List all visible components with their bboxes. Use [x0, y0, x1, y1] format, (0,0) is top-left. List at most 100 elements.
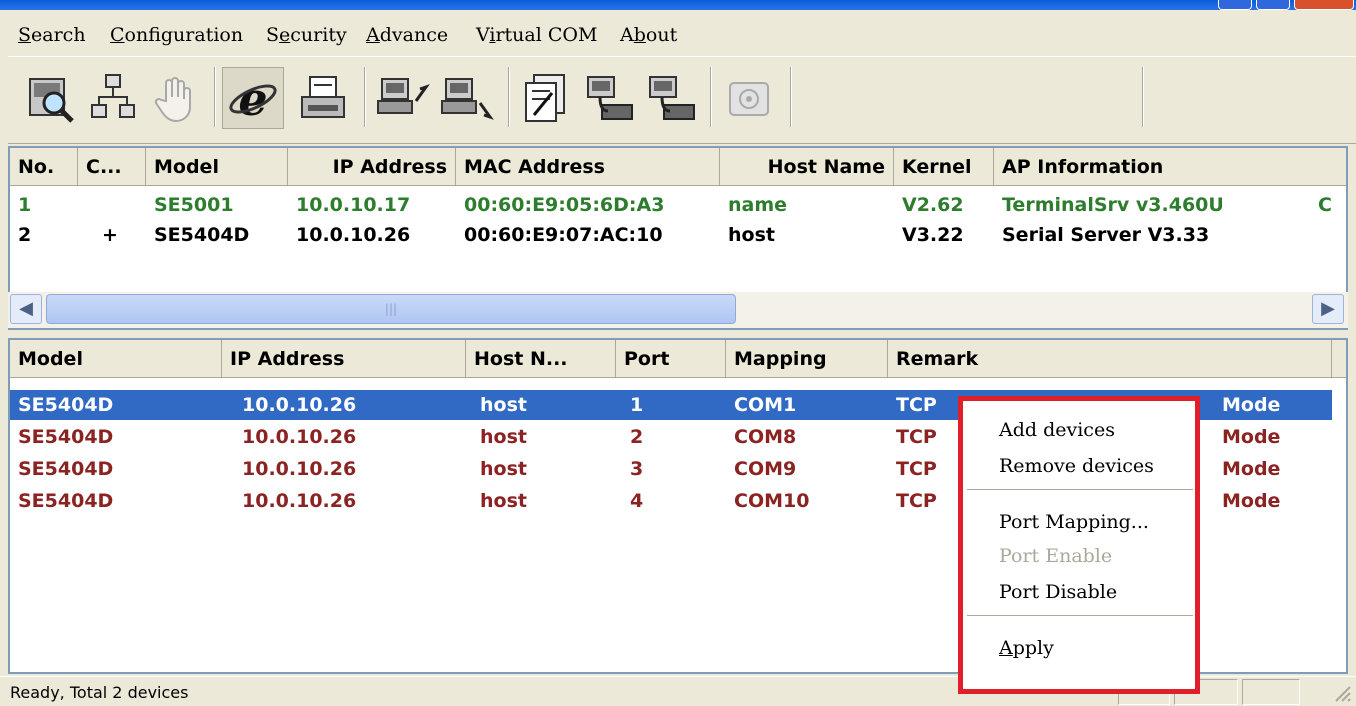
- cell-remark-start: TCP: [896, 426, 937, 448]
- telephone-icon[interactable]: [718, 67, 780, 129]
- cell-model: SE5404D: [18, 394, 114, 416]
- horizontal-scrollbar[interactable]: ◀ ||| ▶: [8, 292, 1348, 328]
- cell-mapping: COM8: [734, 426, 797, 448]
- col-host-name[interactable]: Host Name: [720, 148, 894, 186]
- device-row[interactable]: 2 + SE5404D 10.0.10.26 00:60:E9:07:AC:10…: [10, 220, 1346, 250]
- cell-host: host: [480, 426, 527, 448]
- toolbar-separator: [710, 67, 712, 127]
- cell-model: SE5404D: [18, 426, 114, 448]
- title-bar: [0, 0, 1356, 10]
- cell-host: host: [728, 224, 775, 246]
- toolbar-separator: [214, 67, 216, 127]
- status-pane: [1242, 679, 1300, 705]
- device-row[interactable]: 1 SE5001 10.0.10.17 00:60:E9:05:6D:A3 na…: [10, 190, 1346, 220]
- minimize-button[interactable]: [1218, 0, 1252, 10]
- col-model[interactable]: Model: [10, 340, 222, 378]
- menu-virtual-com[interactable]: Virtual COM: [476, 24, 597, 46]
- serial-port-icon[interactable]: [578, 67, 640, 129]
- close-button[interactable]: [1294, 0, 1354, 10]
- menu-bar: Search Configuration Security Advance Vi…: [0, 10, 1356, 56]
- device-list-header: No. C... Model IP Address MAC Address Ho…: [10, 148, 1346, 186]
- col-port[interactable]: Port: [616, 340, 726, 378]
- internet-explorer-icon[interactable]: e: [222, 67, 284, 129]
- cell-ap-info: TerminalSrv v3.460U: [1002, 194, 1224, 216]
- menu-separator: [967, 615, 1193, 617]
- cell-remark-end: Mode: [1222, 458, 1281, 480]
- serial-port-2-icon[interactable]: [640, 67, 702, 129]
- menu-item-add-devices[interactable]: Add devices: [999, 419, 1115, 441]
- col-remark[interactable]: Remark: [888, 340, 1332, 378]
- toolbar-separator: [790, 67, 792, 127]
- col-c[interactable]: C...: [78, 148, 146, 186]
- cell-model: SE5404D: [18, 490, 114, 512]
- toolbar-separator: [364, 67, 366, 127]
- cell-extra: C: [1318, 194, 1332, 216]
- status-text: Ready, Total 2 devices: [10, 683, 189, 702]
- cell-no: 1: [18, 194, 32, 216]
- cell-remark-end: Mode: [1222, 426, 1281, 448]
- cell-port: 4: [630, 490, 644, 512]
- locate-hand-icon[interactable]: [144, 67, 206, 129]
- menu-item-port-enable: Port Enable: [999, 545, 1113, 567]
- menu-item-apply[interactable]: Apply: [999, 637, 1054, 659]
- search-device-icon[interactable]: [20, 67, 82, 129]
- col-mapping[interactable]: Mapping: [726, 340, 888, 378]
- menu-security[interactable]: Security: [266, 24, 347, 46]
- toolbar-separator: [508, 67, 510, 127]
- cell-mac: 00:60:E9:05:6D:A3: [464, 194, 665, 216]
- add-server-icon[interactable]: [372, 67, 434, 129]
- col-host-name[interactable]: Host N...: [466, 340, 616, 378]
- col-model[interactable]: Model: [146, 148, 288, 186]
- scroll-left-icon[interactable]: ◀: [10, 294, 42, 324]
- col-mac-address[interactable]: MAC Address: [456, 148, 720, 186]
- col-ip-address[interactable]: IP Address: [222, 340, 466, 378]
- remove-server-icon[interactable]: [436, 67, 498, 129]
- cell-mapping: COM9: [734, 458, 797, 480]
- cell-mac: 00:60:E9:07:AC:10: [464, 224, 663, 246]
- cell-ap-info: Serial Server V3.33: [1002, 224, 1210, 246]
- cell-model: SE5404D: [18, 458, 114, 480]
- cell-no: 2: [18, 224, 32, 246]
- port-list-header: Model IP Address Host N... Port Mapping …: [10, 340, 1346, 378]
- menu-about[interactable]: About: [620, 24, 677, 46]
- cell-remark-end: Mode: [1222, 394, 1281, 416]
- col-no[interactable]: No.: [10, 148, 78, 186]
- cell-remark-start: TCP: [896, 490, 937, 512]
- cell-ip: 10.0.10.26: [242, 490, 357, 512]
- cell-kernel: V3.22: [902, 224, 964, 246]
- cell-port: 2: [630, 426, 644, 448]
- cell-ip: 10.0.10.17: [296, 194, 411, 216]
- col-ap-information[interactable]: AP Information: [994, 148, 1346, 186]
- menu-advance[interactable]: Advance: [366, 24, 448, 46]
- menu-item-remove-devices[interactable]: Remove devices: [999, 455, 1154, 477]
- menu-search[interactable]: Search: [18, 24, 86, 46]
- col-kernel[interactable]: Kernel: [894, 148, 994, 186]
- context-menu: Add devices Remove devices Port Mapping.…: [958, 396, 1200, 694]
- settings-form-icon[interactable]: [516, 67, 578, 129]
- cell-host: host: [480, 458, 527, 480]
- maximize-button[interactable]: [1256, 0, 1290, 10]
- cell-remark-start: TCP: [896, 458, 937, 480]
- cell-model: SE5001: [154, 194, 234, 216]
- scroll-thumb[interactable]: |||: [46, 294, 736, 324]
- resize-grip-icon[interactable]: [1330, 681, 1352, 703]
- toolbar-separator: [1142, 67, 1144, 127]
- cell-ip: 10.0.10.26: [242, 458, 357, 480]
- col-ip-address[interactable]: IP Address: [288, 148, 456, 186]
- cell-ip: 10.0.10.26: [296, 224, 411, 246]
- cell-ip: 10.0.10.26: [242, 394, 357, 416]
- menu-separator: [967, 489, 1193, 491]
- cell-mapping: COM1: [734, 394, 797, 416]
- network-config-icon[interactable]: [82, 67, 144, 129]
- menu-item-port-disable[interactable]: Port Disable: [999, 581, 1117, 603]
- menu-configuration[interactable]: Configuration: [110, 24, 243, 46]
- cell-kernel: V2.62: [902, 194, 964, 216]
- cell-remark-start: TCP: [896, 394, 937, 416]
- menu-item-port-mapping[interactable]: Port Mapping...: [999, 511, 1149, 533]
- cell-port: 3: [630, 458, 644, 480]
- cell-ip: 10.0.10.26: [242, 426, 357, 448]
- print-icon[interactable]: [292, 67, 354, 129]
- cell-host: host: [480, 490, 527, 512]
- scroll-right-icon[interactable]: ▶: [1312, 294, 1344, 324]
- toolbar: e: [8, 56, 1356, 144]
